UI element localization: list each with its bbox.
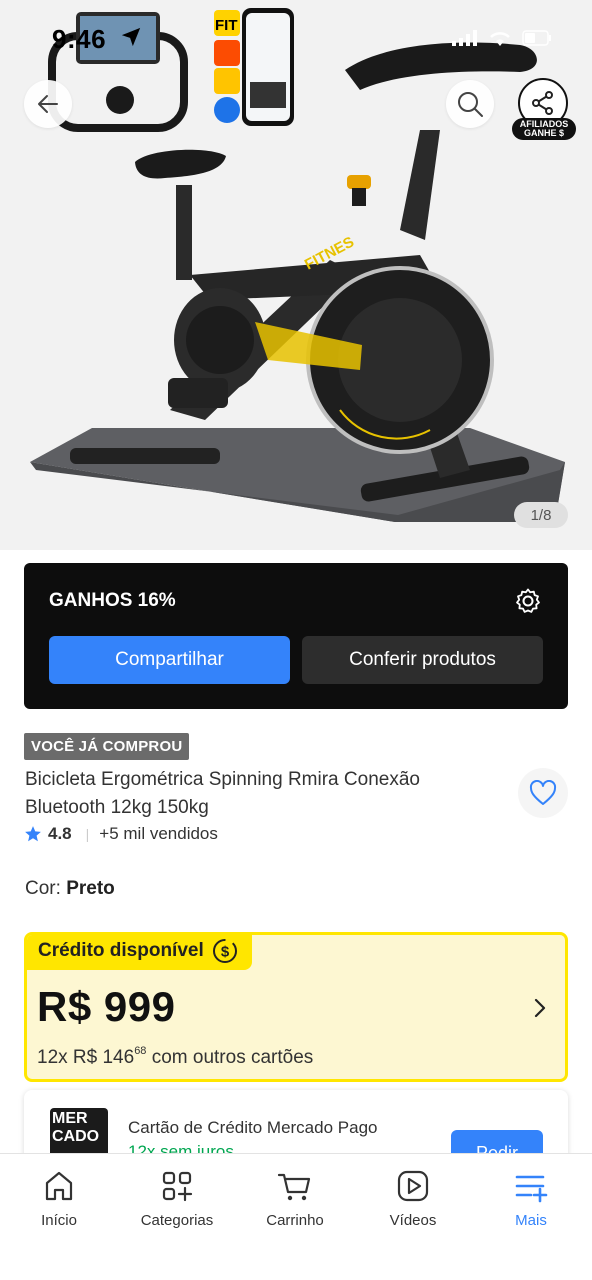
nav-item-categorias[interactable]: Categorias [122, 1168, 232, 1229]
home-icon [45, 1171, 73, 1201]
rating-row[interactable]: 4.8 | +5 mil vendidos [24, 824, 218, 844]
categories-icon [162, 1171, 193, 1202]
installments-suffix: com outros cartões [146, 1047, 314, 1068]
affiliate-share-button[interactable]: AFILIADOS GANHE $ [512, 78, 576, 142]
affiliate-badge-line2: GANHE $ [523, 128, 564, 138]
star-icon [25, 826, 41, 842]
cart-icon [277, 1173, 311, 1201]
product-image-gallery[interactable]: FITNES FIT 9:46 AFILIADOS GANHE $ 1/8 [0, 0, 592, 550]
credit-dollar-icon: $ [212, 939, 237, 963]
favorite-button[interactable] [518, 768, 568, 818]
check-products-button[interactable]: Conferir produtos [302, 636, 543, 684]
status-time: 9:46 [52, 24, 107, 54]
cellular-signal-icon [452, 30, 477, 46]
bottom-navigation: Início Categorias Carrinho Vídeos Mais [0, 1153, 592, 1280]
color-label: Cor: [25, 878, 67, 899]
price: R$ 999 [37, 983, 176, 1030]
nav-item-mais[interactable]: Mais [476, 1168, 586, 1229]
video-play-icon [397, 1170, 429, 1202]
affiliate-earnings-title: GANHOS 16% [49, 590, 176, 611]
chevron-right-icon [534, 998, 546, 1018]
color-selector[interactable]: Cor: Preto [25, 878, 115, 900]
logo-text-1: MER [52, 1110, 88, 1127]
nav-label-categorias: Categorias [140, 1212, 214, 1229]
status-icons [452, 30, 552, 46]
location-arrow-icon [121, 27, 141, 47]
installments-cents: 68 [134, 1045, 147, 1057]
svg-text:$: $ [221, 944, 230, 961]
affiliate-badge: AFILIADOS GANHE $ [512, 118, 576, 140]
image-counter: 1/8 [514, 502, 568, 528]
battery-icon [522, 30, 551, 46]
credit-available-tab: Crédito disponível $ [27, 935, 252, 970]
rating-separator: | [85, 826, 90, 842]
share-button[interactable]: Compartilhar [49, 636, 290, 684]
color-value: Preto [66, 878, 115, 899]
product-title: Bicicleta Ergométrica Spinning Rmira Con… [25, 769, 420, 818]
nav-item-videos[interactable]: Vídeos [358, 1168, 468, 1229]
product-image: FITNES FIT [30, 8, 565, 522]
nav-label-videos: Vídeos [389, 1212, 437, 1229]
installments-prefix: 12x R$ 146 [37, 1047, 135, 1068]
installments-text: 12x R$ 14668 com outros cartões [37, 1045, 314, 1069]
gear-icon[interactable] [514, 587, 542, 615]
already-bought-badge: VOCÊ JÁ COMPROU [24, 733, 190, 760]
credit-available-label: Crédito disponível [38, 940, 204, 961]
rating-value: 4.8 [48, 824, 72, 843]
mercado-pago-title: Cartão de Crédito Mercado Pago [128, 1118, 378, 1137]
arrow-left-icon [38, 95, 58, 113]
wifi-icon [490, 32, 510, 46]
nav-label-carrinho: Carrinho [266, 1212, 324, 1229]
share-icon [532, 91, 553, 115]
search-icon [458, 92, 483, 117]
more-menu-icon [515, 1175, 548, 1203]
credit-offer-card[interactable]: Crédito disponível $ R$ 999 12x R$ 14668… [24, 932, 568, 1082]
sold-count: +5 mil vendidos [99, 824, 218, 843]
nav-item-carrinho[interactable]: Carrinho [240, 1168, 350, 1229]
logo-text-2: CADO [52, 1128, 100, 1145]
search-button[interactable] [446, 80, 494, 128]
nav-label-inicio: Início [41, 1212, 77, 1229]
affiliate-panel: GANHOS 16% Compartilhar Conferir produto… [24, 563, 568, 709]
nav-item-inicio[interactable]: Início [4, 1168, 114, 1229]
svg-text:FIT: FIT [215, 17, 238, 34]
back-button[interactable] [24, 80, 72, 128]
heart-icon [529, 780, 557, 805]
nav-label-mais: Mais [515, 1212, 547, 1229]
